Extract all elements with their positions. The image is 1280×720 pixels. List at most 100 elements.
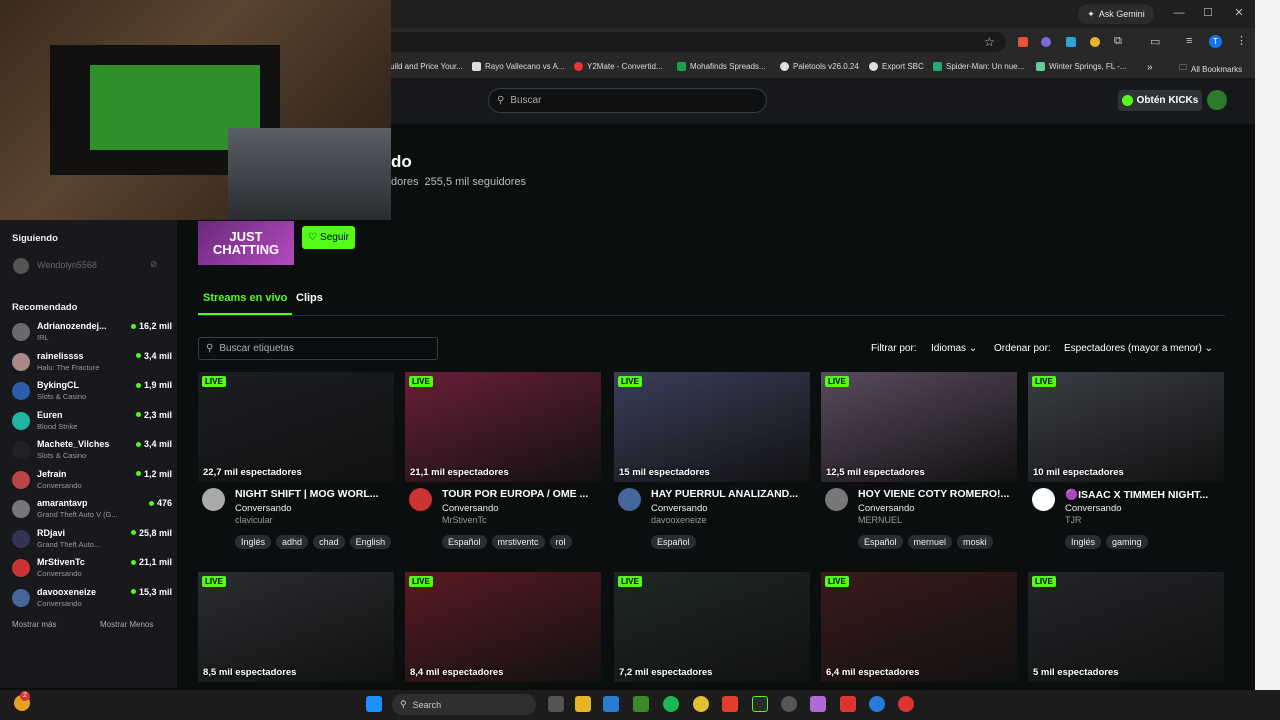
kick-app-icon[interactable] <box>752 696 768 712</box>
stream-title[interactable]: NIGHT SHIFT | MOG WORL... <box>235 488 407 500</box>
stream-channel[interactable]: clavicular <box>235 515 273 525</box>
app-icon[interactable] <box>781 696 797 712</box>
stream-thumbnail[interactable]: LIVE 12,5 mil espectadores <box>821 372 1017 482</box>
close-icon[interactable]: ✕ <box>1232 6 1246 20</box>
stream-thumbnail[interactable]: LIVE 22,7 mil espectadores <box>198 372 394 482</box>
show-less-link[interactable]: Mostrar Menos <box>100 620 153 629</box>
avatar[interactable] <box>1032 488 1055 511</box>
reading-list-icon[interactable]: ≡ <box>1186 35 1192 47</box>
extension-icon[interactable] <box>1090 37 1100 47</box>
sidebar-channel-item[interactable]: davooxeneize Conversando 15,3 mil <box>12 586 172 614</box>
avatar[interactable] <box>409 488 432 511</box>
stream-category[interactable]: Conversando <box>235 503 292 514</box>
menu-kebab-icon[interactable]: ⋮ <box>1236 34 1247 47</box>
tab-live-streams[interactable]: Streams en vivo <box>198 290 293 315</box>
bookmarks-overflow-button[interactable]: » <box>1147 62 1153 73</box>
stream-thumbnail[interactable]: LIVE 10 mil espectadores <box>1028 372 1224 482</box>
stream-category[interactable]: Conversando <box>858 503 915 514</box>
tag-chip[interactable]: Español <box>442 535 487 549</box>
stream-thumbnail[interactable]: LIVE 21,1 mil espectadores <box>405 372 601 482</box>
chrome-icon[interactable] <box>693 696 709 712</box>
tag-chip[interactable]: rol <box>549 535 572 549</box>
stream-category[interactable]: Conversando <box>651 503 708 514</box>
bookmark-item[interactable]: Paletools v26.0.24 <box>780 62 859 71</box>
stream-thumbnail[interactable]: LIVE 8,5 mil espectadores <box>198 572 394 682</box>
sidebar-channel-item[interactable]: rainelissss Halu: The Fracture 3,4 mil <box>12 350 172 378</box>
stream-thumbnail[interactable]: LIVE 7,2 mil espectadores <box>614 572 810 682</box>
stream-title[interactable]: TOUR POR EUROPA / OME ... <box>442 488 614 500</box>
sidebar-channel-item[interactable]: BykingCL Slots & Casino 1,9 mil <box>12 379 172 407</box>
tag-chip[interactable]: Español <box>651 535 696 549</box>
maximize-icon[interactable]: ☐ <box>1201 6 1215 20</box>
store-icon[interactable] <box>603 696 619 712</box>
spotify-icon[interactable] <box>663 696 679 712</box>
stream-channel[interactable]: TJR <box>1065 515 1082 525</box>
side-panel-icon[interactable]: ▭ <box>1150 35 1160 48</box>
tag-search-input[interactable]: ⚲ Buscar etiquetas <box>198 337 438 360</box>
search-input[interactable]: ⚲ Buscar <box>488 88 767 113</box>
stream-channel[interactable]: MERNUEL <box>858 515 902 525</box>
tag-chip[interactable]: English <box>349 535 392 549</box>
stream-title[interactable]: HOY VIENE COTY ROMERO!... <box>858 488 1030 500</box>
tag-chip[interactable]: moski <box>957 535 993 549</box>
settings-gear-icon[interactable] <box>869 696 885 712</box>
minimize-icon[interactable]: — <box>1172 6 1186 20</box>
extension-icon[interactable] <box>1018 37 1028 47</box>
tag-chip[interactable]: Español <box>858 535 903 549</box>
sort-dropdown[interactable]: Espectadores (mayor a menor) ⌄ <box>1064 343 1213 354</box>
languages-dropdown[interactable]: Idiomas ⌄ <box>931 343 977 354</box>
tag-chip[interactable]: mrstiventc <box>491 535 545 549</box>
tag-chip[interactable]: Inglés <box>235 535 272 549</box>
sidebar-channel-item[interactable]: amarantavp Grand Theft Auto V (G... 476 <box>12 497 172 525</box>
stream-thumbnail[interactable]: LIVE 6,4 mil espectadores <box>821 572 1017 682</box>
bookmark-item[interactable]: Winter Springs, FL -... <box>1036 62 1127 71</box>
app-icon[interactable] <box>840 696 856 712</box>
avatar[interactable] <box>618 488 641 511</box>
stream-thumbnail[interactable]: LIVE 15 mil espectadores <box>614 372 810 482</box>
stream-title[interactable]: HAY PUERRUL ANALIZAND... <box>651 488 823 500</box>
bookmark-item[interactable]: Export SBC <box>869 62 924 71</box>
stream-channel[interactable]: davooxeneize <box>651 515 707 525</box>
sidebar-channel-item[interactable]: RDjavi Grand Theft Auto... 25,8 mil <box>12 527 172 555</box>
app-icon[interactable] <box>810 696 826 712</box>
sidebar-channel-item[interactable]: Machete_Vilches Slots & Casino 3,4 mil <box>12 438 172 466</box>
avatar[interactable] <box>825 488 848 511</box>
task-view-icon[interactable] <box>548 696 564 712</box>
ask-gemini-button[interactable]: ✦ Ask Gemini <box>1078 4 1154 24</box>
tag-chip[interactable]: chad <box>313 535 345 549</box>
app-icon[interactable] <box>898 696 914 712</box>
sidebar-channel-item[interactable]: Adrianozendej... IRL 16,2 mil <box>12 320 172 348</box>
show-more-link[interactable]: Mostrar más <box>12 620 56 629</box>
windows-start-icon[interactable] <box>366 696 382 712</box>
tab-clips[interactable]: Clips <box>296 292 323 304</box>
taskbar-search-input[interactable]: ⚲ Search <box>392 694 536 715</box>
sidebar-channel-item[interactable]: Jefrain Conversando 1,2 mil <box>12 468 172 496</box>
bookmark-item[interactable]: Y2Mate - Convertid... <box>574 62 663 71</box>
file-explorer-icon[interactable] <box>575 696 591 712</box>
following-user[interactable]: Wendolyn5568 <box>37 260 97 270</box>
avatar[interactable] <box>1207 90 1227 110</box>
bookmark-item[interactable]: Spider-Man: Un nue... <box>933 62 1024 71</box>
bookmark-item[interactable]: uild and Price Your... <box>390 62 463 71</box>
address-field[interactable] <box>320 32 1006 52</box>
avatar[interactable] <box>202 488 225 511</box>
get-kicks-button[interactable]: Obtén KICKs <box>1118 90 1202 111</box>
stream-thumbnail[interactable]: LIVE 8,4 mil espectadores <box>405 572 601 682</box>
stream-channel[interactable]: MrStivenTc <box>442 515 487 525</box>
bookmark-item[interactable]: Rayo Vallecano vs A... <box>472 62 564 71</box>
all-bookmarks-button[interactable]: 🗀 All Bookmarks <box>1179 62 1242 76</box>
extension-icon[interactable] <box>1066 37 1076 47</box>
brave-icon[interactable] <box>722 696 738 712</box>
stream-category[interactable]: Conversando <box>1065 503 1122 514</box>
bookmark-star-icon[interactable]: ☆ <box>984 35 995 49</box>
tag-chip[interactable]: Inglés <box>1065 535 1102 549</box>
tag-chip[interactable]: gaming <box>1106 535 1148 549</box>
tag-chip[interactable]: mernuel <box>907 535 953 549</box>
stream-title[interactable]: 🟣ISAAC X TIMMEH NIGHT... <box>1065 488 1237 501</box>
extensions-puzzle-icon[interactable]: ⧉ <box>1114 35 1122 48</box>
extension-icon[interactable] <box>1041 37 1051 47</box>
bookmark-item[interactable]: Mohafinds Spreads... <box>677 62 766 71</box>
sidebar-channel-item[interactable]: MrStivenTc Conversando 21,1 mil <box>12 556 172 584</box>
sidebar-channel-item[interactable]: Euren Blood Strike 2,3 mil <box>12 409 172 437</box>
profile-avatar[interactable]: T <box>1209 35 1222 48</box>
